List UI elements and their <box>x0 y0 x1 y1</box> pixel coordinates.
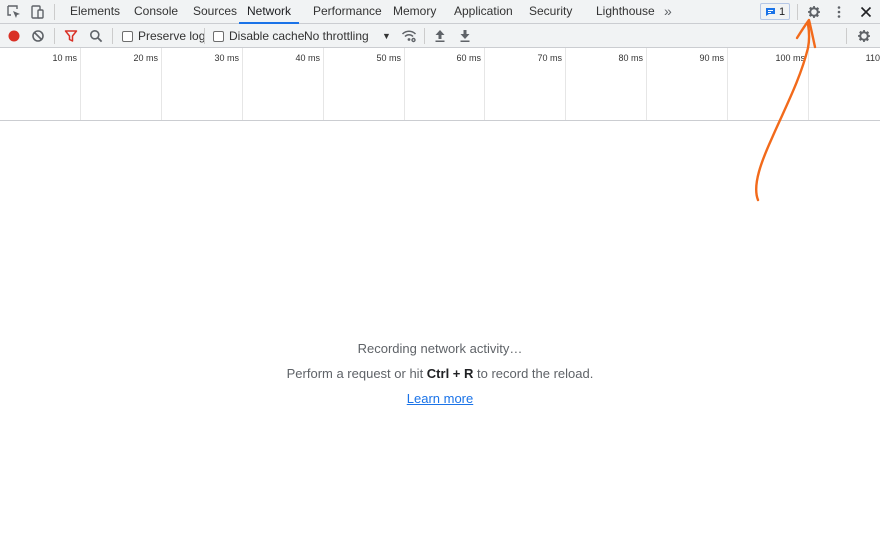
preserve-log-checkbox[interactable] <box>122 30 133 42</box>
dropdown-arrow-icon: ▼ <box>382 31 391 41</box>
issue-message-icon <box>765 7 775 16</box>
issues-badge[interactable]: 1 <box>760 3 790 20</box>
reload-hint-text: Perform a request or hit Ctrl + R to rec… <box>0 366 880 381</box>
disable-cache-toggle[interactable]: Disable cache <box>213 24 304 48</box>
timeline-gridline <box>80 48 81 120</box>
timeline-tick-label: 100 ms <box>775 53 805 63</box>
timeline-gridline <box>484 48 485 120</box>
network-settings-gear-icon[interactable] <box>855 27 873 45</box>
reload-hint-prefix: Perform a request or hit <box>286 366 427 381</box>
timeline-tick-label: 20 ms <box>133 53 158 63</box>
tab-memory[interactable]: Memory <box>389 0 440 23</box>
network-empty-state: Recording network activity… Perform a re… <box>0 121 880 552</box>
disable-cache-checkbox[interactable] <box>213 30 224 42</box>
timeline-tick-label: 80 ms <box>618 53 643 63</box>
tab-security[interactable]: Security <box>525 0 576 23</box>
timeline-tick-label: 10 ms <box>52 53 77 63</box>
timeline-gridline <box>242 48 243 120</box>
timeline-tick-label: 60 ms <box>456 53 481 63</box>
tab-lighthouse[interactable]: Lighthouse <box>592 0 659 23</box>
inspect-element-icon[interactable] <box>5 3 23 21</box>
tab-bar-divider <box>54 4 55 20</box>
timeline-gridline <box>808 48 809 120</box>
filter-icon[interactable] <box>62 27 80 45</box>
tab-console[interactable]: Console <box>130 0 182 23</box>
reload-hint-suffix: to record the reload. <box>473 366 594 381</box>
toolbar-divider <box>424 28 425 44</box>
timeline-tick-label: 110 <box>865 53 880 63</box>
issues-count: 1 <box>778 5 786 18</box>
toolbar-divider <box>204 28 205 44</box>
toolbar-divider <box>846 28 847 44</box>
recording-status-text: Recording network activity… <box>357 341 523 356</box>
tab-application[interactable]: Application <box>450 0 517 23</box>
tab-bar-divider <box>797 4 798 20</box>
device-toolbar-icon[interactable] <box>28 3 46 21</box>
settings-gear-icon[interactable] <box>805 3 823 21</box>
throttling-value: No throttling <box>304 29 369 43</box>
timeline-gridline <box>161 48 162 120</box>
timeline-gridline <box>646 48 647 120</box>
network-toolbar: Preserve log Disable cache No throttling… <box>0 24 880 48</box>
tab-network[interactable]: Network <box>239 0 300 24</box>
network-conditions-wifi-icon[interactable] <box>400 27 418 45</box>
preserve-log-toggle[interactable]: Preserve log <box>122 24 205 48</box>
more-tabs-button[interactable]: » <box>664 0 672 23</box>
tab-elements[interactable]: Elements <box>66 0 124 23</box>
network-overview-timeline[interactable]: 10 ms 20 ms 30 ms 40 ms 50 ms 60 ms 70 ms 80 ms… <box>0 48 880 121</box>
import-har-upload-icon[interactable] <box>431 27 449 45</box>
timeline-gridline <box>727 48 728 120</box>
record-icon[interactable] <box>5 27 23 45</box>
reload-shortcut: Ctrl + R <box>426 366 474 381</box>
timeline-gridline <box>565 48 566 120</box>
toolbar-divider <box>54 28 55 44</box>
throttling-select[interactable]: No throttling ▼ <box>304 24 391 48</box>
timeline-tick-label: 50 ms <box>376 53 401 63</box>
timeline-tick-label: 40 ms <box>295 53 320 63</box>
timeline-gridline <box>323 48 324 120</box>
kebab-menu-icon[interactable] <box>830 3 848 21</box>
toolbar-divider <box>112 28 113 44</box>
tab-performance[interactable]: Performance <box>309 0 386 23</box>
preserve-log-label: Preserve log <box>138 29 206 43</box>
clear-icon[interactable] <box>29 27 47 45</box>
timeline-tick-label: 90 ms <box>699 53 724 63</box>
devtools-tab-bar: Elements Console Sources Network Perform… <box>0 0 880 24</box>
learn-more-link[interactable]: Learn more <box>0 391 880 406</box>
close-icon[interactable] <box>857 3 875 21</box>
timeline-gridline <box>404 48 405 120</box>
search-icon[interactable] <box>87 27 105 45</box>
timeline-tick-label: 70 ms <box>537 53 562 63</box>
timeline-tick-label: 30 ms <box>214 53 239 63</box>
export-har-download-icon[interactable] <box>456 27 474 45</box>
tab-sources[interactable]: Sources <box>189 0 241 23</box>
disable-cache-label: Disable cache <box>229 29 305 43</box>
